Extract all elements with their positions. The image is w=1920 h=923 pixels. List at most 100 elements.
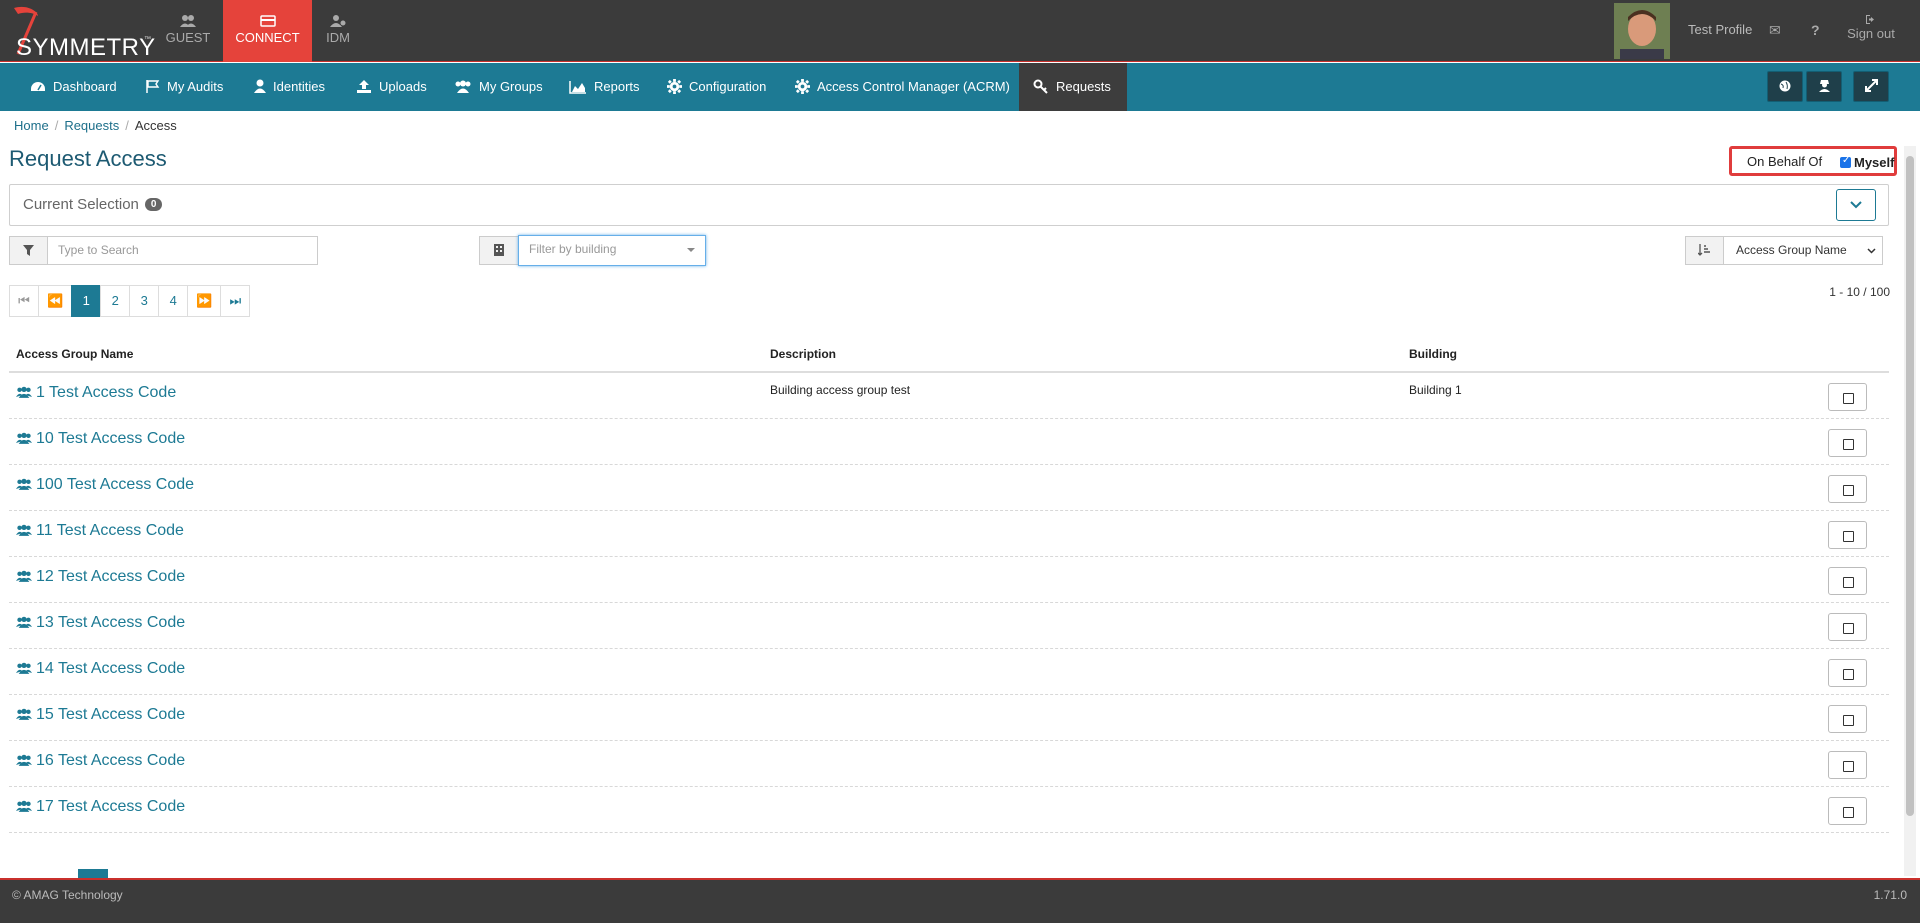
- select-row-button[interactable]: [1828, 567, 1867, 595]
- app-tab-guest[interactable]: GUEST: [163, 0, 213, 62]
- select-row-button[interactable]: [1828, 751, 1867, 779]
- building-filter-select[interactable]: Filter by building: [518, 235, 706, 266]
- symmetry-logo[interactable]: SYMMETRY ™: [6, 2, 155, 61]
- globe-button[interactable]: [1767, 71, 1803, 102]
- column-header-name[interactable]: Access Group Name: [16, 347, 133, 361]
- dashboard-icon: [31, 82, 45, 91]
- access-group-link[interactable]: 100 Test Access Code: [16, 476, 194, 494]
- scrollbar-thumb[interactable]: [1906, 156, 1914, 816]
- column-header-description[interactable]: Description: [770, 347, 836, 361]
- user-secret-button[interactable]: [1806, 71, 1842, 102]
- access-group-link[interactable]: 16 Test Access Code: [16, 752, 185, 770]
- top-bar: SYMMETRY ™ GUEST CONNECT IDM Test Profil…: [0, 0, 1920, 62]
- nav-reports[interactable]: Reports: [569, 63, 640, 111]
- nav-label: Reports: [594, 79, 640, 94]
- access-group-name: 17 Test Access Code: [36, 798, 186, 815]
- page-2-button[interactable]: 2: [100, 285, 131, 317]
- pagination: ⏮ ⏪ 1 2 3 4 ⏩ ⏭: [9, 285, 251, 317]
- access-group-description: Building access group test: [770, 383, 911, 397]
- table-row: 10 Test Access Code: [9, 419, 1889, 465]
- users-icon: [16, 386, 32, 398]
- users-icon: [16, 570, 32, 582]
- nav-label: Dashboard: [53, 79, 117, 94]
- nav-identities[interactable]: Identities: [254, 63, 325, 111]
- mail-icon[interactable]: ✉: [1769, 22, 1781, 39]
- building-icon: [494, 244, 504, 256]
- logo-text: SYMMETRY: [16, 34, 156, 61]
- sort-select[interactable]: Access Group Name: [1723, 236, 1883, 265]
- filter-icon: [23, 245, 34, 256]
- breadcrumb-separator: /: [125, 118, 129, 133]
- select-row-button[interactable]: [1828, 383, 1867, 411]
- access-group-link[interactable]: 12 Test Access Code: [16, 568, 185, 586]
- nav-dashboard[interactable]: Dashboard: [30, 63, 117, 111]
- select-row-button[interactable]: [1828, 705, 1867, 733]
- app-tab-idm[interactable]: IDM: [318, 0, 358, 62]
- myself-checkbox[interactable]: [1840, 155, 1851, 168]
- expand-selection-button[interactable]: [1836, 189, 1876, 221]
- select-row-button[interactable]: [1828, 613, 1867, 641]
- app-tab-connect[interactable]: CONNECT: [223, 0, 312, 62]
- next-page-button[interactable]: ⏩: [187, 285, 222, 317]
- select-row-button[interactable]: [1828, 521, 1867, 549]
- sort-icon: [1697, 244, 1710, 256]
- avatar[interactable]: [1614, 3, 1670, 59]
- nav-uploads[interactable]: Uploads: [356, 63, 427, 111]
- nav-configuration[interactable]: Configuration: [667, 63, 766, 111]
- page-1-button[interactable]: 1: [71, 285, 102, 317]
- page-3-button[interactable]: 3: [129, 285, 160, 317]
- select-row-button[interactable]: [1828, 429, 1867, 457]
- access-group-link[interactable]: 15 Test Access Code: [16, 706, 185, 724]
- globe-icon: [1779, 80, 1791, 92]
- nav-label: My Groups: [479, 79, 543, 94]
- current-selection-label: Current Selection 0: [23, 196, 163, 213]
- access-group-name: 100 Test Access Code: [36, 476, 195, 493]
- select-row-button[interactable]: [1828, 659, 1867, 687]
- profile-name[interactable]: Test Profile: [1688, 22, 1752, 37]
- fullscreen-button[interactable]: [1853, 71, 1889, 102]
- nav-requests[interactable]: Requests: [1019, 63, 1127, 111]
- access-group-link[interactable]: 11 Test Access Code: [16, 522, 184, 540]
- access-group-link[interactable]: 1 Test Access Code: [16, 384, 176, 402]
- table-row: 12 Test Access Code: [9, 557, 1889, 603]
- selection-count-badge: 0: [144, 198, 163, 211]
- myself-label[interactable]: Myself: [1854, 155, 1894, 170]
- access-group-link[interactable]: 14 Test Access Code: [16, 660, 185, 678]
- sort-addon: [1685, 236, 1724, 265]
- access-group-building: Building 1: [1409, 383, 1462, 397]
- breadcrumb-requests[interactable]: Requests: [64, 118, 119, 133]
- search-input[interactable]: Type to Search: [47, 236, 318, 265]
- result-range: 1 - 10 / 100: [1829, 285, 1890, 299]
- breadcrumb: Home / Requests / Access: [14, 118, 177, 133]
- users-icon: [16, 478, 32, 490]
- select-row-button[interactable]: [1828, 797, 1867, 825]
- nav-acrm[interactable]: Access Control Manager (ACRM): [795, 63, 1010, 111]
- users-icon: [16, 754, 32, 766]
- column-header-building[interactable]: Building: [1409, 347, 1457, 361]
- page-4-button[interactable]: 4: [158, 285, 189, 317]
- last-page-button[interactable]: ⏭: [220, 285, 251, 317]
- access-group-name: 1 Test Access Code: [36, 384, 177, 401]
- flag-icon: [146, 80, 160, 93]
- help-icon[interactable]: ?: [1811, 22, 1820, 38]
- users-icon: [16, 524, 32, 536]
- first-page-button[interactable]: ⏮: [9, 285, 39, 317]
- breadcrumb-home[interactable]: Home: [14, 118, 49, 133]
- expand-icon: [1864, 79, 1878, 92]
- scrollbar[interactable]: [1904, 146, 1916, 876]
- select-row-button[interactable]: [1828, 475, 1867, 503]
- access-group-link[interactable]: 10 Test Access Code: [16, 430, 185, 448]
- users-icon: [16, 662, 32, 674]
- access-group-link[interactable]: 13 Test Access Code: [16, 614, 185, 632]
- page-title: Request Access: [9, 146, 167, 171]
- copyright: © AMAG Technology: [12, 888, 123, 902]
- current-selection-panel: Current Selection 0: [9, 184, 1889, 226]
- nav-my-groups[interactable]: My Groups: [454, 63, 543, 111]
- building-addon: [479, 236, 519, 265]
- prev-page-button[interactable]: ⏪: [38, 285, 73, 317]
- nav-label: Requests: [1056, 79, 1111, 94]
- nav-label: Configuration: [689, 79, 767, 94]
- nav-my-audits[interactable]: My Audits: [145, 63, 223, 111]
- sign-out-button[interactable]: Sign out: [1843, 14, 1899, 41]
- access-group-link[interactable]: 17 Test Access Code: [16, 798, 185, 816]
